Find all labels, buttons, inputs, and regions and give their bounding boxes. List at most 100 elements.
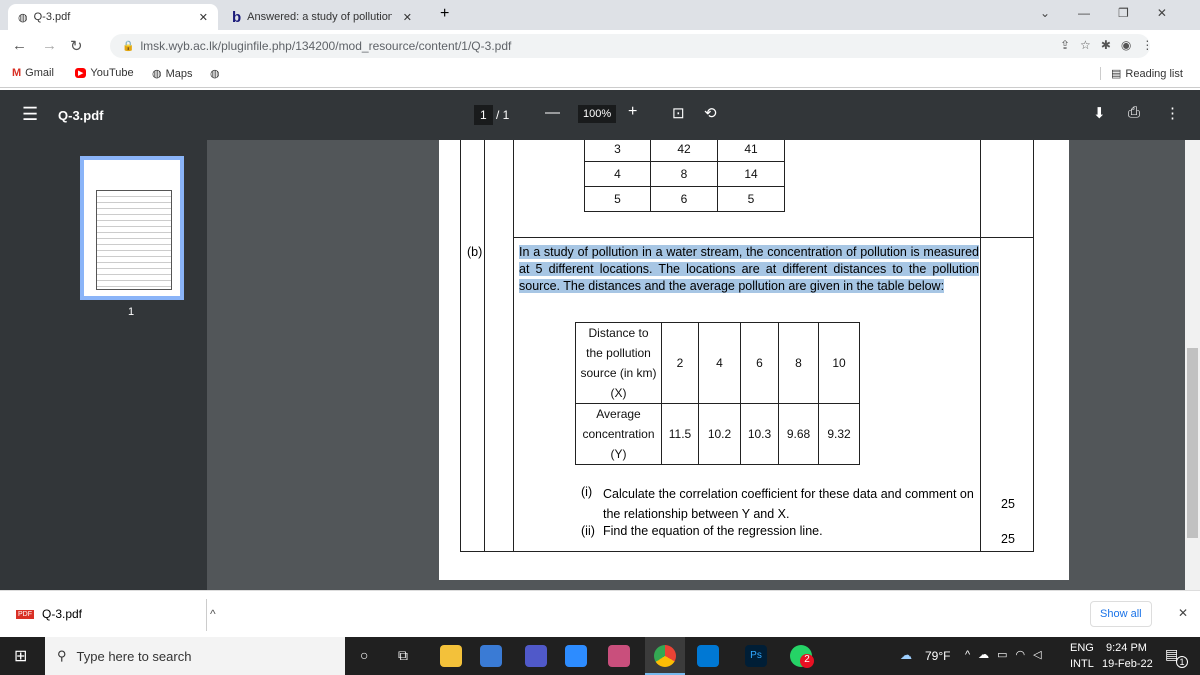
app-icon[interactable] bbox=[480, 645, 502, 667]
whatsapp-icon[interactable]: 2 bbox=[790, 645, 814, 668]
cortana-icon[interactable]: ○ bbox=[360, 647, 368, 663]
gmail-icon: M bbox=[12, 67, 22, 79]
page-total: / 1 bbox=[496, 108, 510, 122]
scrollbar[interactable] bbox=[1185, 140, 1200, 590]
cell: 6 bbox=[740, 322, 779, 404]
bookmark-youtube[interactable]: ▶ YouTube bbox=[75, 67, 134, 79]
table-row-y: Average concentration (Y) 11.5 10.2 10.3… bbox=[575, 403, 860, 465]
url-text: lmsk.wyb.ac.lk/pluginfile.php/134200/mod… bbox=[140, 39, 512, 53]
fit-page-icon[interactable]: ⊡ bbox=[672, 104, 685, 122]
table-row: 4 8 14 bbox=[584, 161, 785, 187]
zoom-icon[interactable] bbox=[565, 645, 587, 667]
cell: 41 bbox=[717, 140, 785, 162]
pdf-file-icon: PDF bbox=[16, 609, 34, 619]
menu-icon[interactable]: ☰ bbox=[22, 104, 38, 125]
teams-icon[interactable] bbox=[525, 645, 547, 667]
forward-icon[interactable]: → bbox=[42, 37, 57, 54]
cell: 42 bbox=[650, 140, 718, 162]
tab-title: Answered: a study of pollution in bbox=[247, 11, 393, 23]
tab-title: Q-3.pdf bbox=[33, 11, 71, 23]
app-icon[interactable] bbox=[608, 645, 630, 667]
thumbnail-content bbox=[96, 190, 172, 290]
reload-icon[interactable]: ↻ bbox=[70, 37, 83, 55]
bookmark-maps[interactable]: ◍ Maps bbox=[152, 67, 193, 81]
bookmark-gmail[interactable]: M Gmail bbox=[12, 67, 54, 79]
question-text: Calculate the correlation coefficient fo… bbox=[603, 487, 974, 521]
vscode-icon[interactable] bbox=[697, 645, 719, 667]
download-item[interactable]: PDF Q-3.pdf ^ bbox=[16, 607, 216, 621]
part-label: (b) bbox=[467, 245, 483, 259]
x-header: Distance to the pollution source (in km)… bbox=[575, 322, 662, 404]
cell: 14 bbox=[717, 161, 785, 187]
back-icon[interactable]: ← bbox=[12, 37, 27, 54]
photoshop-icon[interactable]: Ps bbox=[745, 645, 767, 667]
reading-list-button[interactable]: ▤ Reading list bbox=[1100, 67, 1183, 80]
question-label: (i) bbox=[581, 485, 593, 499]
zoom-in-button[interactable]: + bbox=[628, 103, 637, 121]
language-indicator[interactable]: ENG bbox=[1070, 642, 1094, 654]
cell: 11.5 bbox=[661, 403, 699, 465]
question-text: Find the equation of the regression line… bbox=[603, 524, 823, 538]
close-tab-icon[interactable]: ✕ bbox=[403, 11, 412, 24]
chrome-taskbar-button[interactable] bbox=[645, 637, 685, 675]
clock-time[interactable]: 9:24 PM bbox=[1106, 642, 1147, 654]
cell: 9.68 bbox=[778, 403, 819, 465]
task-view-icon[interactable]: ⧉ bbox=[398, 647, 408, 664]
question-paragraph[interactable]: In a study of pollution in a water strea… bbox=[519, 244, 979, 295]
thumbnail-sidebar: 1 bbox=[0, 140, 207, 590]
close-tab-icon[interactable]: ✕ bbox=[199, 11, 208, 24]
pdf-viewer[interactable]: 3 42 41 4 8 14 565 (b) In a study of polluti… bbox=[207, 140, 1185, 590]
show-all-button[interactable]: Show all bbox=[1090, 601, 1152, 627]
tab-q3-pdf[interactable]: ◍ Q-3.pdf ✕ bbox=[8, 4, 218, 30]
new-tab-button[interactable]: + bbox=[440, 5, 449, 23]
table-row: 565 bbox=[584, 186, 785, 212]
print-icon[interactable]: ⎙ bbox=[1128, 104, 1140, 121]
bookmark-label: Maps bbox=[165, 67, 193, 80]
scroll-thumb[interactable] bbox=[1187, 348, 1198, 538]
reading-list-label: Reading list bbox=[1125, 67, 1183, 80]
windows-start-icon[interactable]: ⊞ bbox=[14, 646, 27, 666]
file-explorer-icon[interactable] bbox=[440, 645, 462, 667]
bookmarks-bar: M Gmail ▶ YouTube ◍ Maps ◍ ▤ Reading list bbox=[0, 62, 1200, 88]
zoom-out-button[interactable]: — bbox=[545, 104, 560, 121]
page-number-input[interactable]: 1 bbox=[474, 105, 493, 125]
table-row-x: Distance to the pollution source (in km)… bbox=[575, 322, 860, 404]
divider bbox=[513, 140, 514, 552]
youtube-icon: ▶ bbox=[75, 68, 87, 78]
download-bar: PDF Q-3.pdf ^ Show all ✕ bbox=[0, 590, 1200, 637]
cell: 9.32 bbox=[818, 403, 860, 465]
taskbar: ⊞ ⚲ Type here to search ○ ⧉ Ps 2 ☁ 79°F … bbox=[0, 637, 1200, 675]
window-controls[interactable]: ⌄—❐✕ bbox=[1040, 6, 1195, 20]
cell: 10.2 bbox=[698, 403, 741, 465]
chevron-up-icon[interactable]: ^ bbox=[210, 607, 216, 621]
clock-date[interactable]: 19-Feb-22 bbox=[1102, 658, 1153, 670]
search-input[interactable]: ⚲ Type here to search bbox=[45, 637, 345, 675]
zoom-input[interactable]: 100% bbox=[578, 105, 617, 123]
url-input[interactable]: 🔒 lmsk.wyb.ac.lk/pluginfile.php/134200/m… bbox=[110, 34, 1150, 58]
weather-temp[interactable]: 79°F bbox=[925, 649, 950, 663]
globe-icon[interactable]: ◍ bbox=[210, 67, 220, 80]
selected-text: In a study of pollution in a water strea… bbox=[519, 245, 979, 293]
notification-count: 1 bbox=[1176, 656, 1188, 668]
divider bbox=[980, 140, 981, 552]
close-icon[interactable]: ✕ bbox=[1178, 606, 1188, 620]
download-icon[interactable]: ⬇ bbox=[1093, 104, 1106, 122]
pdf-toolbar: ☰ Q-3.pdf 1 / 1 — 100% + ⊡ ⟲ ⬇ ⎙ ⋮ bbox=[0, 90, 1200, 140]
cell: 6 bbox=[650, 186, 718, 212]
weather-icon: ☁ bbox=[900, 648, 912, 662]
data-table: Distance to the pollution source (in km)… bbox=[575, 322, 860, 465]
toolbar-icons[interactable]: ⇪☆✱◉⋮ bbox=[1060, 38, 1163, 52]
lock-icon: 🔒 bbox=[122, 40, 135, 52]
tab-answered[interactable]: b Answered: a study of pollution in ✕ bbox=[222, 4, 422, 30]
chrome-icon bbox=[654, 645, 676, 667]
address-bar-row: ← → ↻ 🔒 lmsk.wyb.ac.lk/pluginfile.php/13… bbox=[0, 30, 1200, 62]
cell: 3 bbox=[584, 140, 651, 162]
divider bbox=[484, 140, 485, 552]
keyboard-layout[interactable]: INTL bbox=[1070, 658, 1094, 670]
rotate-icon[interactable]: ⟲ bbox=[704, 104, 717, 122]
tray-icons[interactable]: ^☁▭◠◁ bbox=[965, 648, 1050, 661]
page-thumbnail[interactable] bbox=[80, 156, 184, 300]
more-options-icon[interactable]: ⋮ bbox=[1165, 104, 1180, 122]
table-row: 3 42 41 bbox=[584, 140, 785, 162]
cell: 10.3 bbox=[740, 403, 779, 465]
